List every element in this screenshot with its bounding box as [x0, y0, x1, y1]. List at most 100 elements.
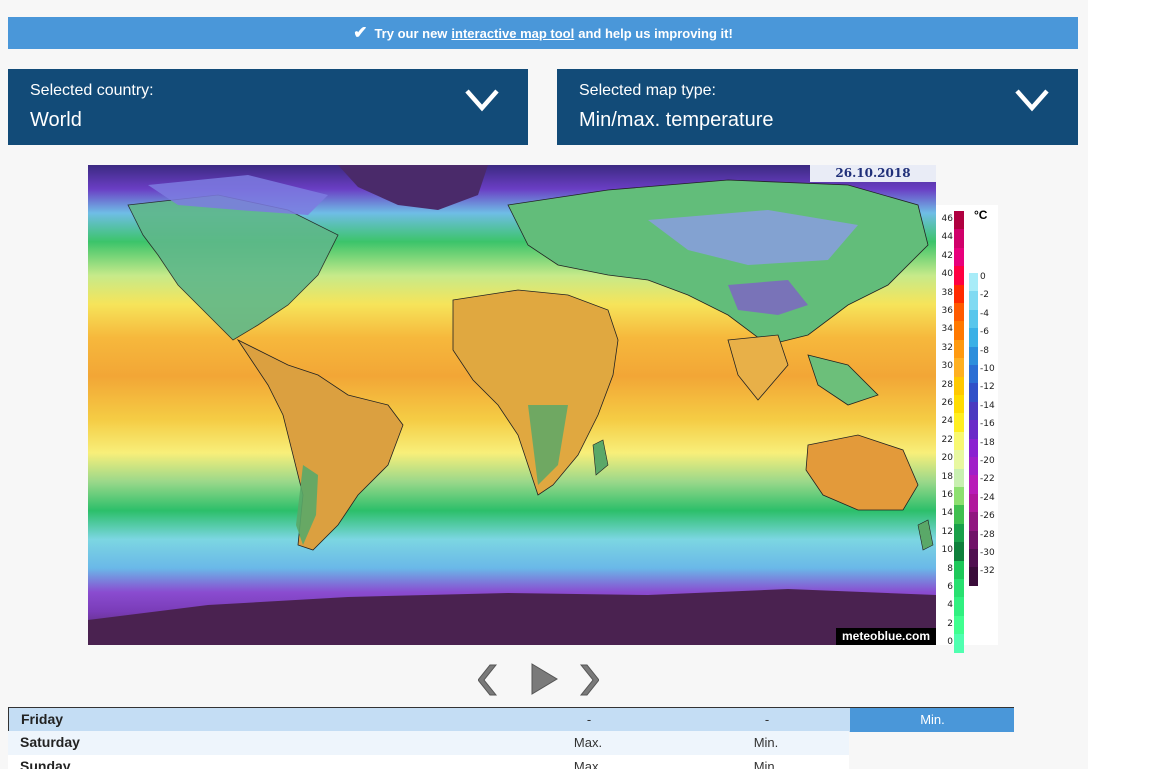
legend-swatch: [969, 567, 978, 587]
legend-swatch: [954, 505, 964, 525]
legend-tick-label: 20: [941, 453, 953, 464]
table-row[interactable]: Friday - - Min.: [8, 707, 1014, 732]
country-selector-value: World: [30, 109, 82, 131]
legend-unit: °C: [974, 208, 988, 222]
legend-swatch: [954, 487, 964, 506]
legend-swatch: [969, 365, 978, 384]
selected-min-cell[interactable]: Min.: [850, 708, 1014, 732]
legend-tick-label: 22: [941, 434, 953, 445]
legend-swatch: [954, 266, 964, 286]
legend-tick-label: 28: [941, 379, 953, 390]
day-table: Friday - - Min. Saturday Max. Min. Sunda…: [8, 707, 1014, 769]
table-row[interactable]: Saturday Max. Min.: [8, 731, 1014, 755]
table-row[interactable]: Sunday Max. Min.: [8, 755, 1014, 769]
world-map-image: [88, 165, 936, 645]
day-max-cell[interactable]: Max.: [568, 759, 608, 769]
legend-tick-label: -16: [980, 419, 995, 430]
page: ✔ Try our new interactive map tool and h…: [0, 0, 1088, 769]
legend-swatch: [954, 579, 964, 598]
legend-swatch: [954, 229, 964, 249]
interactive-map-link[interactable]: interactive map tool: [451, 26, 574, 41]
legend-tick-label: 46: [941, 214, 953, 224]
legend-swatch: [969, 328, 978, 348]
map-credit-label: meteoblue.com: [836, 628, 936, 645]
legend-swatch: [954, 634, 964, 654]
day-min-cell[interactable]: Min.: [746, 735, 786, 750]
temperature-legend: °C 46 44 42 40 38 36 34 32 30 28 26 24 22 20 18 16 14 12 1…: [936, 205, 998, 654]
legend-tick-label: -18: [980, 437, 995, 448]
next-arrow-icon[interactable]: [577, 663, 599, 697]
legend-tick-label: 40: [941, 269, 953, 280]
legend-swatch: [969, 346, 978, 366]
day-max-cell[interactable]: -: [569, 712, 609, 727]
legend-swatch: [969, 291, 978, 311]
legend-tick-label: 26: [941, 398, 953, 408]
legend-swatch: [969, 549, 978, 568]
row-background: [9, 708, 850, 732]
legend-tick-label: -30: [980, 548, 995, 558]
legend-tick-label: 34: [941, 324, 953, 335]
legend-swatch: [969, 530, 978, 550]
legend-swatch: [954, 542, 964, 562]
legend-tick-label: -6: [980, 327, 989, 338]
legend-tick-label: -10: [980, 364, 995, 374]
legend-tick-label: 6: [947, 582, 953, 592]
legend-swatch: [954, 211, 964, 230]
legend-tick-label: 0: [980, 272, 986, 282]
legend-tick-label: 16: [941, 490, 953, 500]
legend-swatch: [969, 493, 978, 513]
legend-swatch: [954, 413, 964, 433]
country-selector[interactable]: Selected country: World: [8, 69, 528, 145]
legend-tick-label: -8: [980, 345, 989, 356]
legend-swatch: [954, 597, 964, 617]
day-name: Saturday: [20, 734, 80, 750]
map-type-selector[interactable]: Selected map type: Min/max. temperature: [557, 69, 1078, 145]
legend-tick-label: -22: [980, 474, 995, 485]
map-date-label: 26.10.2018: [810, 165, 936, 182]
legend-swatch: [954, 395, 964, 414]
legend-tick-label: -28: [980, 529, 995, 540]
legend-swatch: [954, 450, 964, 470]
map-type-selector-value: Min/max. temperature: [579, 109, 774, 131]
banner-suffix: and help us improving it!: [578, 25, 733, 41]
legend-swatch: [954, 523, 964, 543]
legend-swatch: [969, 512, 978, 532]
legend-swatch: [954, 615, 964, 635]
prev-arrow-icon[interactable]: [478, 663, 500, 697]
legend-swatch: [954, 247, 964, 267]
legend-swatch: [969, 273, 978, 292]
day-min-cell[interactable]: Min.: [746, 759, 786, 769]
chevron-down-icon: [1015, 89, 1049, 112]
legend-swatch: [954, 468, 964, 488]
legend-swatch: [969, 309, 978, 329]
legend-tick-label: -12: [980, 382, 995, 393]
legend-swatch: [954, 339, 964, 359]
legend-swatch: [969, 420, 978, 440]
legend-tick-label: -4: [980, 308, 989, 319]
legend-tick-label: 2: [947, 618, 953, 629]
legend-tick-label: 36: [941, 306, 953, 316]
country-selector-label: Selected country:: [30, 82, 154, 99]
legend-tick-label: 24: [941, 416, 953, 427]
legend-tick-label: 14: [941, 508, 953, 519]
legend-tick-label: 12: [941, 526, 953, 537]
legend-tick-label: -14: [980, 400, 995, 411]
legend-tick-label: 42: [941, 250, 953, 261]
row-background: [8, 731, 849, 755]
day-min-cell[interactable]: -: [747, 712, 787, 727]
day-max-cell[interactable]: Max.: [568, 735, 608, 750]
day-name: Friday: [21, 711, 64, 727]
legend-tick-label: 30: [941, 361, 953, 372]
legend-tick-label: -2: [980, 290, 989, 301]
play-icon[interactable]: [529, 662, 559, 696]
legend-swatch: [954, 376, 964, 396]
legend-swatch: [969, 438, 978, 458]
legend-tick-label: -24: [980, 492, 995, 503]
legend-swatch: [969, 401, 978, 421]
legend-tick-label: 4: [947, 600, 953, 611]
banner-prefix: Try our new: [374, 25, 448, 41]
legend-tick-label: 32: [941, 342, 953, 353]
legend-swatch: [969, 383, 978, 403]
chevron-down-icon: [465, 89, 499, 112]
day-name: Sunday: [20, 758, 71, 769]
